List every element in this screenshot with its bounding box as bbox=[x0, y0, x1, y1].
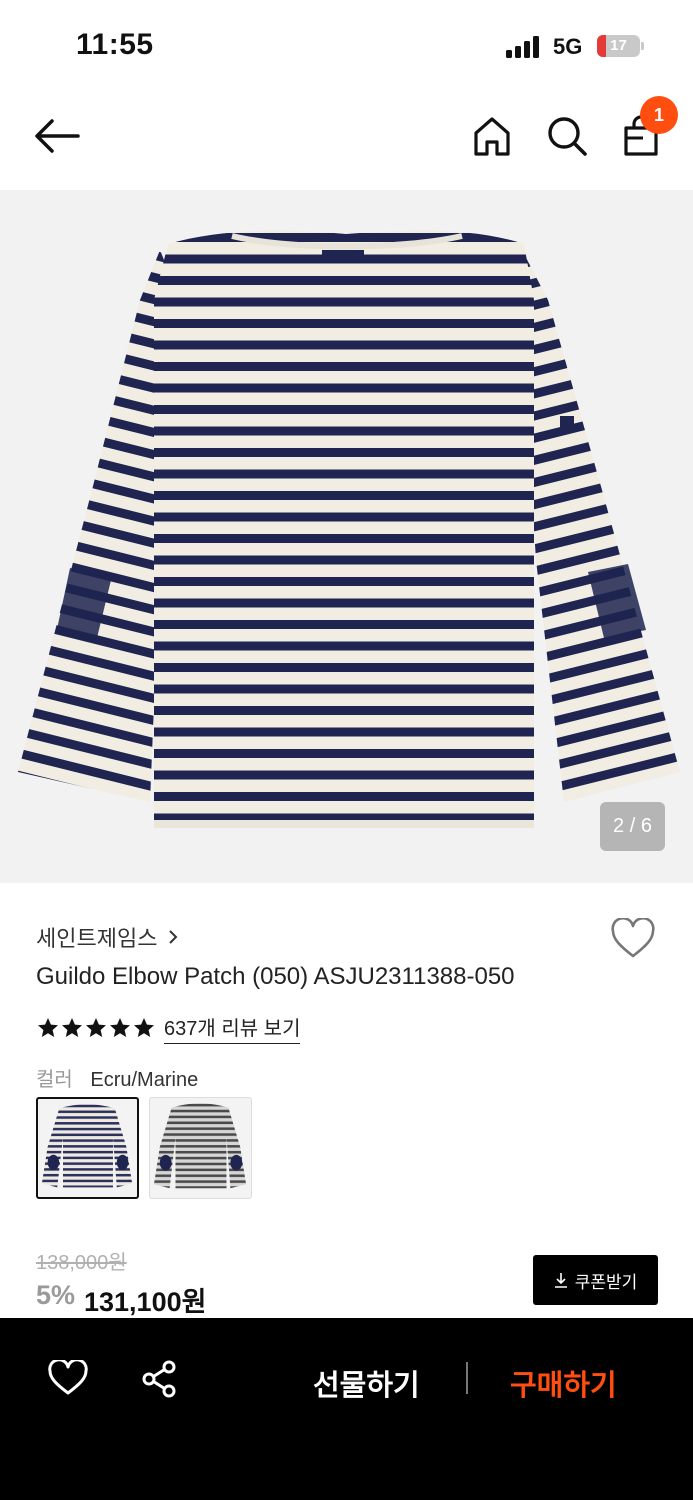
coupon-label: 쿠폰받기 bbox=[574, 1272, 638, 1292]
back-arrow-icon[interactable] bbox=[34, 118, 80, 154]
battery-icon: 17 bbox=[597, 35, 644, 57]
status-bar: 11:55 5G 17 bbox=[0, 0, 693, 92]
image-counter: 2 / 6 bbox=[600, 802, 665, 851]
battery-level: 17 bbox=[610, 37, 627, 54]
star-icon bbox=[134, 1018, 154, 1037]
heart-icon[interactable] bbox=[48, 1360, 88, 1396]
divider bbox=[466, 1362, 468, 1394]
star-icon bbox=[38, 1018, 58, 1037]
original-price: 138,000원 bbox=[36, 1252, 127, 1274]
color-value: Ecru/Marine bbox=[90, 1069, 199, 1091]
signal-icon bbox=[506, 36, 539, 58]
rating-row: 637개 리뷰 보기 bbox=[36, 1012, 301, 1044]
discount-rate: 5% bbox=[36, 1280, 76, 1310]
star-icon bbox=[86, 1018, 106, 1037]
chevron-right-icon bbox=[169, 930, 178, 944]
color-swatch-ecru-marine[interactable] bbox=[36, 1097, 139, 1199]
coupon-download-button[interactable]: 쿠폰받기 bbox=[533, 1255, 658, 1305]
swatch-thumbnail bbox=[153, 1103, 247, 1189]
gift-button[interactable]: 선물하기 bbox=[313, 1362, 420, 1404]
product-title: Guildo Elbow Patch (050) ASJU2311388-050 bbox=[36, 963, 515, 990]
brand-name: 세인트제임스 bbox=[36, 926, 158, 951]
swatch-thumbnail bbox=[41, 1104, 133, 1188]
share-icon[interactable] bbox=[140, 1360, 178, 1398]
cart-count-badge: 1 bbox=[640, 96, 678, 134]
brand-link[interactable]: 세인트제임스 bbox=[36, 921, 179, 953]
download-icon bbox=[554, 1273, 567, 1288]
bottom-action-bar: 선물하기 구매하기 bbox=[0, 1318, 693, 1500]
color-label: 컬러 bbox=[36, 1069, 73, 1091]
star-icon bbox=[62, 1018, 82, 1037]
star-icon bbox=[110, 1018, 130, 1037]
network-type: 5G bbox=[553, 34, 583, 59]
product-image bbox=[18, 230, 680, 828]
review-link[interactable]: 637개 리뷰 보기 bbox=[164, 1012, 301, 1044]
star-rating bbox=[36, 1016, 156, 1040]
status-time: 11:55 bbox=[76, 28, 154, 61]
color-row: 컬러 Ecru/Marine bbox=[36, 1063, 198, 1092]
sale-price: 131,100원 bbox=[84, 1287, 207, 1317]
color-swatch-grey[interactable] bbox=[149, 1097, 252, 1199]
product-image-gallery[interactable] bbox=[0, 190, 693, 883]
app-header bbox=[0, 92, 693, 190]
buy-button[interactable]: 구매하기 bbox=[510, 1362, 617, 1404]
search-icon[interactable] bbox=[545, 114, 589, 158]
heart-icon[interactable] bbox=[610, 918, 656, 960]
home-icon[interactable] bbox=[470, 114, 514, 158]
